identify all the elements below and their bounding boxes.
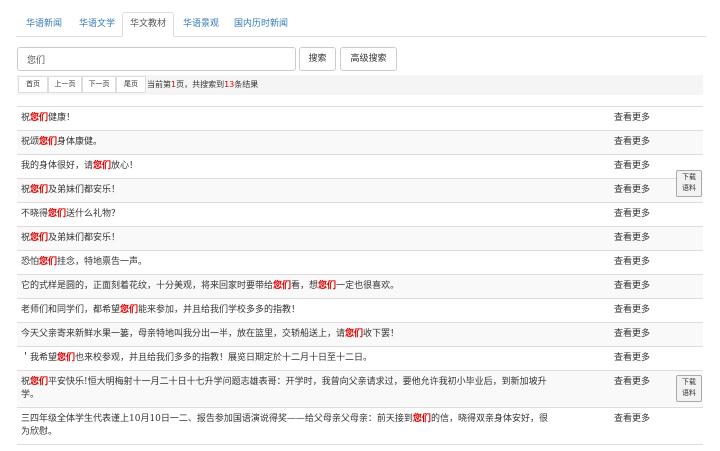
advanced-search-button[interactable]: 高级搜索	[340, 47, 397, 71]
search-button[interactable]: 搜索	[299, 47, 336, 71]
results-table: 祝您们健康！ 查看更多 祝颂您们身体康健。 查看更多 我的身体很好，请您们放心！…	[17, 106, 703, 445]
result-row: 今天父亲寄来新鲜水果一篓，母亲特地叫我分出一半，放在篮里，交轿船送上，请您们收下…	[17, 323, 703, 347]
result-sentence: 祝您们及弟妹们都安乐！	[21, 185, 121, 195]
view-more-link[interactable]: 查看更多	[614, 328, 650, 341]
tab-chinese-news[interactable]: 华语新闻	[16, 12, 72, 37]
result-sentence: 祝您们及弟妹们都安乐！	[21, 233, 121, 243]
result-row: 祝您们健康！ 查看更多	[17, 107, 703, 131]
result-sentence: 今天父亲寄来新鲜水果一篓，母亲特地叫我分出一半，放在篮里，交轿船送上，请您们收下…	[21, 329, 400, 339]
result-row: 祝您们及弟妹们都安乐！ 查看更多	[17, 179, 703, 203]
result-sentence: 三四年级全体学生代表谨上10月10日一二、报告参加国语演说得奖——给父母亲父母亲…	[21, 414, 548, 437]
result-sentence: 恐怕您们挂念，特地禀告一声。	[21, 257, 148, 267]
result-sentence: 我的身体很好，请您们放心！	[21, 161, 139, 171]
page-info-middle: 页，共搜索到	[176, 80, 225, 89]
result-sentence: 祝您们平安快乐!恒大明梅射十一月二十日十七升学问题志雄表哥：开学时，我曾向父亲请…	[21, 377, 547, 400]
keyword-highlight: 您们	[318, 281, 337, 291]
result-sentence: ＇我希望您们也来校参观，并且给我们多多的指教！展览日期定於十二月十日至十二日。	[21, 353, 373, 363]
keyword-highlight: 您们	[39, 137, 58, 147]
view-more-link[interactable]: 查看更多	[614, 256, 650, 269]
download-corpus-button[interactable]: 下载 语料	[676, 170, 702, 197]
tab-divider	[16, 36, 706, 37]
result-sentence: 老师们和同学们，都希望您们能来参加，并且给我们学校多多的指教！	[21, 305, 301, 315]
result-sentence: 不晓得您们送什么礼物？	[21, 209, 121, 219]
result-row: 三四年级全体学生代表谨上10月10日一二、报告参加国语演说得奖——给父母亲父母亲…	[17, 408, 703, 445]
result-sentence: 它的式样是圆的，正面刻着花纹，十分美观，将来回家时要带给您们看，想您们一定也很喜…	[21, 281, 400, 291]
keyword-highlight: 您们	[30, 113, 49, 123]
keyword-highlight: 您们	[39, 257, 58, 267]
keyword-highlight: 您们	[93, 161, 112, 171]
keyword-highlight: 您们	[120, 305, 139, 315]
result-row: ＇我希望您们也来校参观，并且给我们多多的指教！展览日期定於十二月十日至十二日。 …	[17, 347, 703, 371]
result-row: 不晓得您们送什么礼物？ 查看更多	[17, 203, 703, 227]
keyword-highlight: 您们	[30, 185, 49, 195]
pagination-info: 当前第1页，共搜索到13条结果	[147, 78, 258, 91]
page-info-suffix: 条结果	[234, 80, 259, 89]
last-page-button[interactable]: 尾页	[116, 76, 146, 93]
result-row: 祝您们及弟妹们都安乐！ 查看更多	[17, 227, 703, 251]
view-more-link[interactable]: 查看更多	[614, 280, 650, 293]
keyword-highlight: 您们	[273, 281, 292, 291]
keyword-highlight: 您们	[48, 209, 67, 219]
keyword-highlight: 您们	[57, 353, 76, 363]
result-row: 它的式样是圆的，正面刻着花纹，十分美观，将来回家时要带给您们看，想您们一定也很喜…	[17, 275, 703, 299]
view-more-link[interactable]: 查看更多	[614, 136, 650, 149]
view-more-link[interactable]: 查看更多	[614, 376, 650, 389]
view-more-link[interactable]: 查看更多	[614, 413, 650, 426]
view-more-link[interactable]: 查看更多	[614, 184, 650, 197]
tab-domestic-historical-news[interactable]: 国内历时新闻	[228, 12, 294, 37]
result-row: 恐怕您们挂念，特地禀告一声。 查看更多	[17, 251, 703, 275]
prev-page-button[interactable]: 上一页	[48, 76, 82, 93]
result-sentence: 祝您们健康！	[21, 113, 76, 123]
view-more-link[interactable]: 查看更多	[614, 160, 650, 173]
page-info-prefix: 当前第	[147, 80, 171, 89]
view-more-link[interactable]: 查看更多	[614, 304, 650, 317]
download-corpus-button[interactable]: 下载 语料	[676, 375, 702, 402]
view-more-link[interactable]: 查看更多	[614, 352, 650, 365]
view-more-link[interactable]: 查看更多	[614, 232, 650, 245]
pagination-bar: 首页 上一页 下一页 尾页 当前第1页，共搜索到13条结果	[17, 75, 703, 95]
total-results-count: 13	[224, 80, 235, 89]
keyword-highlight: 您们	[30, 377, 49, 387]
view-more-link[interactable]: 查看更多	[614, 208, 650, 221]
keyword-highlight: 您们	[412, 414, 431, 424]
next-page-button[interactable]: 下一页	[82, 76, 116, 93]
tab-chinese-literature[interactable]: 华语文学	[70, 12, 124, 37]
result-sentence: 祝颂您们身体康健。	[21, 137, 103, 147]
search-input[interactable]	[17, 47, 296, 71]
result-row: 老师们和同学们，都希望您们能来参加，并且给我们学校多多的指教！ 查看更多	[17, 299, 703, 323]
result-row: 我的身体很好，请您们放心！ 查看更多	[17, 155, 703, 179]
result-row: 祝您们平安快乐!恒大明梅射十一月二十日十七升学问题志雄表哥：开学时，我曾向父亲请…	[17, 371, 703, 408]
view-more-link[interactable]: 查看更多	[614, 112, 650, 125]
tab-chinese-textbooks[interactable]: 华文教材	[122, 12, 174, 37]
keyword-highlight: 您们	[30, 233, 49, 243]
result-row: 祝颂您们身体康健。 查看更多	[17, 131, 703, 155]
first-page-button[interactable]: 首页	[18, 76, 48, 93]
tab-chinese-landscape[interactable]: 华语景观	[174, 12, 228, 37]
keyword-highlight: 您们	[345, 329, 364, 339]
